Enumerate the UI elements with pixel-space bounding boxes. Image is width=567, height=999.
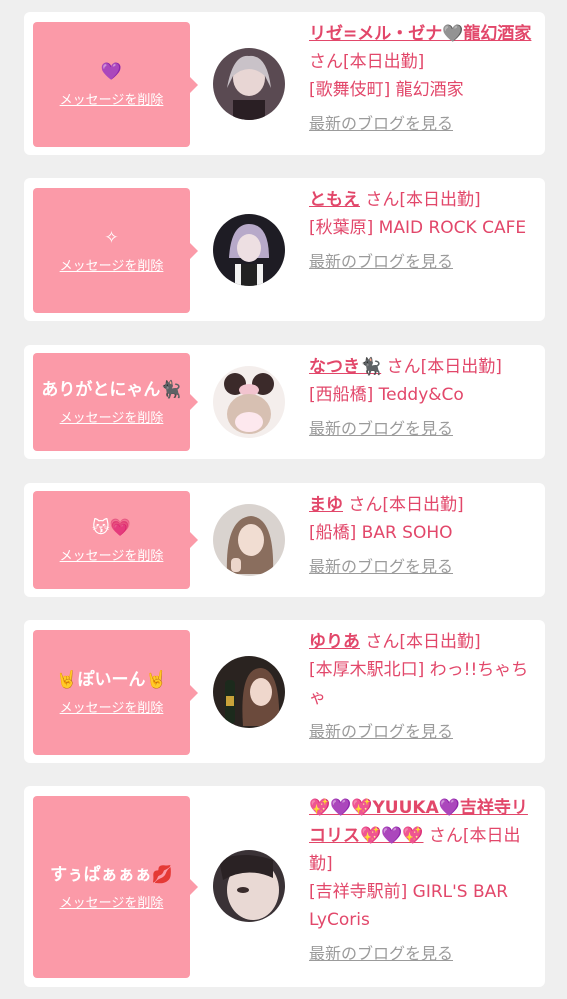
message-bubble: ✧ メッセージを削除	[33, 188, 198, 313]
cast-card: 💜 メッセージを削除 リゼ=メル・ゼナ🩶龍幻酒家 さん[本日出勤] [歌舞伎町]…	[24, 12, 545, 155]
cast-card: すぅぱぁぁぁ💋 メッセージを削除 💖💜💖YUUKA💜吉祥寺リコリス💖💜💖 さん[…	[24, 786, 545, 987]
delete-message-link[interactable]: メッセージを削除	[60, 255, 164, 274]
message-text: ありがとにゃん🐈‍⬛	[41, 379, 182, 400]
honorific: さん	[309, 52, 343, 72]
avatar[interactable]	[213, 366, 285, 438]
honorific: さん	[343, 495, 383, 515]
avatar[interactable]	[213, 214, 285, 286]
cast-info: 💖💜💖YUUKA💜吉祥寺リコリス💖💜💖 さん[本日出勤] [吉祥寺駅前] GIR…	[309, 794, 541, 968]
shop: [船橋] BAR SOHO	[309, 523, 453, 543]
cast-info: ともえ さん[本日出勤] [秋葉原] MAID ROCK CAFE 最新のブログ…	[309, 186, 541, 276]
delete-message-link[interactable]: メッセージを削除	[60, 545, 164, 564]
avatar[interactable]	[213, 656, 285, 728]
status: [本日出勤]	[399, 632, 481, 652]
cast-info: ゆりあ さん[本日出勤] [本厚木駅北口] わっ!!ちゃちゃ 最新のブログを見る	[309, 628, 541, 746]
cast-name-link[interactable]: なつき🐈‍⬛	[309, 357, 381, 377]
delete-message-link[interactable]: メッセージを削除	[60, 892, 164, 911]
message-text: ✧	[104, 228, 119, 248]
message-bubble: 🤘ぽいーん🤘 メッセージを削除	[33, 630, 198, 755]
status: [本日出勤]	[399, 190, 481, 210]
cast-name-link[interactable]: まゆ	[309, 495, 343, 515]
avatar[interactable]	[213, 850, 285, 922]
blog-link[interactable]: 最新のブログを見る	[309, 940, 453, 968]
status: [本日出勤]	[343, 52, 425, 72]
message-bubble: 😽💗 メッセージを削除	[33, 491, 198, 589]
status: [本日出勤]	[420, 357, 502, 377]
delete-message-link[interactable]: メッセージを削除	[60, 697, 164, 716]
avatar[interactable]	[213, 48, 285, 120]
blog-link[interactable]: 最新のブログを見る	[309, 248, 453, 276]
message-bubble: 💜 メッセージを削除	[33, 22, 198, 147]
honorific: さん	[423, 826, 463, 846]
honorific: さん	[360, 190, 400, 210]
cast-card: ありがとにゃん🐈‍⬛ メッセージを削除 なつき🐈‍⬛ さん[本日出勤] [西船橋…	[24, 345, 545, 459]
cast-name-link[interactable]: リゼ=メル・ゼナ🩶龍幻酒家	[309, 24, 531, 44]
cast-name-link[interactable]: ともえ	[309, 190, 360, 210]
cast-card: 😽💗 メッセージを削除 まゆ さん[本日出勤] [船橋] BAR SOHO 最新…	[24, 483, 545, 597]
shop: [本厚木駅北口] わっ!!ちゃちゃ	[309, 660, 529, 708]
blog-link[interactable]: 最新のブログを見る	[309, 553, 453, 581]
message-text: 💜	[100, 62, 123, 82]
message-text: すぅぱぁぁぁ💋	[50, 864, 173, 885]
blog-link[interactable]: 最新のブログを見る	[309, 718, 453, 746]
shop: [吉祥寺駅前] GIRL'S BAR LyCoris	[309, 882, 509, 930]
honorific: さん	[381, 357, 421, 377]
shop: [西船橋] Teddy&Co	[309, 385, 464, 405]
status: [本日出勤]	[382, 495, 464, 515]
cast-card: 🤘ぽいーん🤘 メッセージを削除 ゆりあ さん[本日出勤] [本厚木駅北口] わっ…	[24, 620, 545, 763]
message-text: 😽💗	[92, 517, 131, 538]
avatar[interactable]	[213, 504, 285, 576]
message-text: 🤘ぽいーん🤘	[56, 670, 167, 690]
message-bubble: すぅぱぁぁぁ💋 メッセージを削除	[33, 796, 198, 978]
cast-card: ✧ メッセージを削除 ともえ さん[本日出勤] [秋葉原] MAID ROCK …	[24, 178, 545, 321]
cast-info: まゆ さん[本日出勤] [船橋] BAR SOHO 最新のブログを見る	[309, 491, 541, 581]
blog-link[interactable]: 最新のブログを見る	[309, 110, 453, 138]
shop: [歌舞伎町] 龍幻酒家	[309, 80, 464, 100]
honorific: さん	[360, 632, 400, 652]
blog-link[interactable]: 最新のブログを見る	[309, 415, 453, 443]
shop: [秋葉原] MAID ROCK CAFE	[309, 218, 527, 238]
cast-info: なつき🐈‍⬛ さん[本日出勤] [西船橋] Teddy&Co 最新のブログを見る	[309, 353, 541, 443]
delete-message-link[interactable]: メッセージを削除	[60, 89, 164, 108]
message-bubble: ありがとにゃん🐈‍⬛ メッセージを削除	[33, 353, 198, 451]
delete-message-link[interactable]: メッセージを削除	[60, 407, 164, 426]
cast-info: リゼ=メル・ゼナ🩶龍幻酒家 さん[本日出勤] [歌舞伎町] 龍幻酒家 最新のブロ…	[309, 20, 541, 138]
cast-name-link[interactable]: ゆりあ	[309, 632, 360, 652]
